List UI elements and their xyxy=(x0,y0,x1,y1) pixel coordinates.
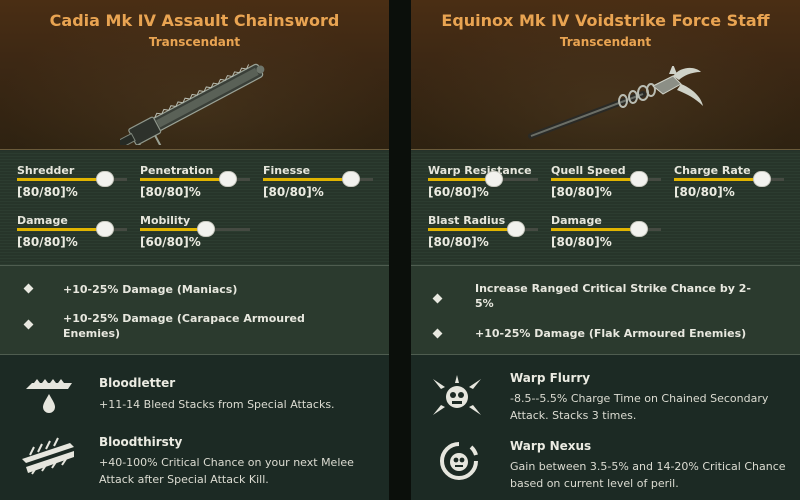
stat-bar xyxy=(428,221,538,237)
stat-bar-fill xyxy=(674,178,762,181)
weapon-card-chainsword[interactable]: Cadia Mk IV Assault Chainsword Transcend… xyxy=(0,0,389,500)
stat-label: Shredder xyxy=(17,164,75,177)
stat-value: [80/80]% xyxy=(140,185,201,199)
stat-bar-fill xyxy=(551,228,639,231)
stat-bar xyxy=(140,171,250,187)
bloodthirsty-icon xyxy=(22,437,74,475)
stat-bar-knob xyxy=(753,171,771,187)
stat-bar xyxy=(428,171,538,187)
perk-text: Increase Ranged Critical Strike Chance b… xyxy=(475,282,751,310)
stat-label: Finesse xyxy=(263,164,311,177)
stat-damage: Damage [80/80]% xyxy=(551,201,663,249)
blessings-panel: Warp Flurry -8.5--5.5% Charge Time on Ch… xyxy=(411,355,800,500)
stat-warp-resistance: Warp Resistance [60/80]% xyxy=(428,151,540,199)
stat-bar-fill xyxy=(428,228,516,231)
stat-value: [60/80]% xyxy=(140,235,201,249)
weapon-card-force-staff[interactable]: Equinox Mk IV Voidstrike Force Staff Tra… xyxy=(411,0,800,500)
stat-label: Warp Resistance xyxy=(428,164,532,177)
stat-charge-rate: Charge Rate [80/80]% xyxy=(674,151,786,199)
stat-shredder: Shredder [80/80]% xyxy=(17,151,129,199)
warp-flurry-icon xyxy=(433,375,481,415)
stat-value: [80/80]% xyxy=(551,185,612,199)
weapon-name: Cadia Mk IV Assault Chainsword xyxy=(49,11,340,30)
stat-bar-fill xyxy=(551,178,639,181)
perk-text: +10-25% Damage (Carapace Armoured Enemie… xyxy=(63,312,305,340)
stat-bar-knob xyxy=(630,171,648,187)
stat-damage: Damage [80/80]% xyxy=(17,201,129,249)
weapon-header: Equinox Mk IV Voidstrike Force Staff Tra… xyxy=(411,0,800,150)
stat-value: [80/80]% xyxy=(263,185,324,199)
stat-bar xyxy=(140,221,250,237)
warp-nexus-icon xyxy=(440,442,478,480)
perks-panel: Increase Ranged Critical Strike Chance b… xyxy=(411,266,800,354)
perk-bullet-icon xyxy=(23,319,34,330)
blessing-description: -8.5--5.5% Charge Time on Chained Second… xyxy=(510,392,769,422)
perk-bullet-icon xyxy=(432,293,443,304)
stat-mobility: Mobility [60/80]% xyxy=(140,201,252,249)
stat-bar-fill xyxy=(17,228,105,231)
stats-panel: Shredder [80/80]% Penetration [80/80]% F… xyxy=(0,151,389,265)
stat-label: Damage xyxy=(551,214,602,227)
stat-value: [80/80]% xyxy=(17,185,78,199)
stat-label: Charge Rate xyxy=(674,164,751,177)
stat-label: Blast Radius xyxy=(428,214,506,227)
blessing-description: +11-14 Bleed Stacks from Special Attacks… xyxy=(99,398,335,411)
weapon-header: Cadia Mk IV Assault Chainsword Transcend… xyxy=(0,0,389,150)
stat-bar-fill xyxy=(17,178,105,181)
stat-bar xyxy=(17,171,127,187)
card-divider xyxy=(389,0,411,500)
stat-quell-speed: Quell Speed [80/80]% xyxy=(551,151,663,199)
stats-panel: Warp Resistance [60/80]% Quell Speed [80… xyxy=(411,151,800,265)
stat-bar-knob xyxy=(342,171,360,187)
perks-panel: +10-25% Damage (Maniacs) +10-25% Damage … xyxy=(0,266,389,354)
stat-bar-knob xyxy=(96,221,114,237)
stat-value: [80/80]% xyxy=(674,185,735,199)
weapon-rarity: Transcendant xyxy=(148,35,241,49)
stat-penetration: Penetration [80/80]% xyxy=(140,151,252,199)
stat-bar xyxy=(674,171,784,187)
stat-label: Penetration xyxy=(140,164,214,177)
perk-text: +10-25% Damage (Maniacs) xyxy=(63,283,238,296)
chainsword-illustration xyxy=(120,63,265,145)
perk-text: +10-25% Damage (Flak Armoured Enemies) xyxy=(475,327,747,340)
stat-value: [60/80]% xyxy=(428,185,489,199)
stat-bar-knob xyxy=(507,221,525,237)
blessing-title: Warp Flurry xyxy=(510,371,591,385)
stat-value: [80/80]% xyxy=(551,235,612,249)
stat-bar-fill xyxy=(263,178,351,181)
blessing-description: Gain between 3.5-5% and 14-20% Critical … xyxy=(510,460,786,490)
blessing-title: Bloodthirsty xyxy=(99,435,183,449)
stat-bar-knob xyxy=(630,221,648,237)
stat-value: [80/80]% xyxy=(428,235,489,249)
weapon-name: Equinox Mk IV Voidstrike Force Staff xyxy=(441,11,770,30)
stat-bar-knob xyxy=(219,171,237,187)
stat-bar xyxy=(17,221,127,237)
force-staff-illustration xyxy=(528,66,703,139)
blessing-description: +40-100% Critical Chance on your next Me… xyxy=(99,456,354,486)
blessing-title: Warp Nexus xyxy=(510,439,592,453)
perk-bullet-icon xyxy=(23,283,34,294)
stat-blast-radius: Blast Radius [80/80]% xyxy=(428,201,540,249)
perk-bullet-icon xyxy=(432,328,443,339)
stat-finesse: Finesse [80/80]% xyxy=(263,151,375,199)
stat-bar xyxy=(551,171,661,187)
stat-label: Damage xyxy=(17,214,68,227)
stat-bar xyxy=(263,171,373,187)
stat-bar-knob xyxy=(96,171,114,187)
bloodletter-icon xyxy=(26,379,72,413)
weapon-rarity: Transcendant xyxy=(559,35,652,49)
stat-label: Mobility xyxy=(140,214,191,227)
stat-value: [80/80]% xyxy=(17,235,78,249)
blessings-panel: Bloodletter +11-14 Bleed Stacks from Spe… xyxy=(0,355,389,500)
stat-bar-fill xyxy=(140,178,228,181)
blessing-title: Bloodletter xyxy=(99,376,176,390)
stat-label: Quell Speed xyxy=(551,164,626,177)
stat-bar xyxy=(551,221,661,237)
